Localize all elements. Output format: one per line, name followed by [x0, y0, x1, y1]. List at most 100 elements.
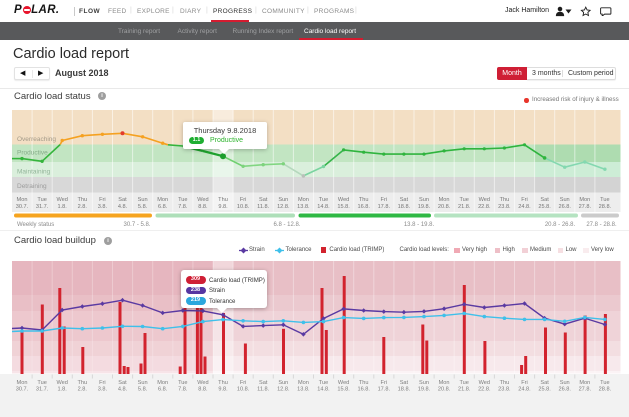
- svg-text:Tue: Tue: [459, 380, 468, 386]
- svg-text:8.8.: 8.8.: [198, 204, 208, 210]
- svg-text:Tue: Tue: [459, 197, 468, 203]
- svg-text:Tue: Tue: [37, 380, 46, 386]
- svg-text:Tue: Tue: [319, 380, 328, 386]
- svg-text:Thu: Thu: [359, 197, 369, 203]
- svg-text:Thu: Thu: [500, 380, 510, 386]
- svg-text:10.8.: 10.8.: [237, 204, 250, 210]
- svg-text:14.8.: 14.8.: [317, 387, 330, 393]
- svg-text:27.8.: 27.8.: [579, 204, 592, 210]
- svg-text:24.8.: 24.8.: [518, 204, 531, 210]
- svg-text:Thu: Thu: [359, 380, 369, 386]
- svg-text:Tue: Tue: [319, 197, 328, 203]
- svg-text:Wed: Wed: [338, 380, 349, 386]
- svg-text:Sun: Sun: [419, 197, 429, 203]
- svg-text:Detraining: Detraining: [17, 183, 47, 190]
- svg-text:Mon: Mon: [157, 197, 168, 203]
- svg-text:9.8.: 9.8.: [218, 204, 228, 210]
- svg-text:15.8.: 15.8.: [337, 204, 350, 210]
- svg-text:11.8.: 11.8.: [257, 387, 269, 393]
- svg-text:4.8.: 4.8.: [118, 204, 128, 210]
- svg-text:22.8.: 22.8.: [478, 204, 491, 210]
- svg-text:Mon: Mon: [579, 197, 590, 203]
- svg-text:Mon: Mon: [439, 197, 450, 203]
- svg-text:Mon: Mon: [579, 380, 590, 386]
- svg-text:31.7.: 31.7.: [36, 387, 49, 393]
- svg-text:19.8.: 19.8.: [418, 204, 431, 210]
- svg-text:17.8.: 17.8.: [378, 387, 391, 393]
- svg-text:Maintaining: Maintaining: [17, 169, 51, 176]
- svg-text:2.8.: 2.8.: [78, 387, 88, 393]
- svg-text:7.8.: 7.8.: [178, 387, 188, 393]
- svg-text:22.8.: 22.8.: [478, 387, 491, 393]
- svg-text:2.8.: 2.8.: [78, 204, 88, 210]
- svg-text:Tue: Tue: [178, 197, 187, 203]
- svg-text:Productive: Productive: [17, 150, 48, 157]
- svg-text:31.7.: 31.7.: [36, 204, 49, 210]
- svg-text:Wed: Wed: [197, 197, 208, 203]
- svg-text:5.8.: 5.8.: [138, 204, 148, 210]
- svg-text:19.8.: 19.8.: [418, 387, 431, 393]
- svg-text:23.8.: 23.8.: [498, 387, 511, 393]
- svg-text:27.8 - 28.8.: 27.8 - 28.8.: [586, 222, 617, 228]
- svg-text:Fri: Fri: [99, 197, 106, 203]
- svg-text:Thu: Thu: [500, 197, 510, 203]
- svg-text:6.8 - 12.8.: 6.8 - 12.8.: [273, 222, 300, 228]
- svg-text:Wed: Wed: [197, 380, 208, 386]
- svg-text:Sat: Sat: [259, 380, 268, 386]
- svg-text:6.8.: 6.8.: [158, 204, 168, 210]
- svg-text:Fri: Fri: [240, 380, 247, 386]
- svg-text:Fri: Fri: [240, 197, 247, 203]
- svg-text:28.8.: 28.8.: [599, 387, 612, 393]
- svg-text:30.7.: 30.7.: [16, 387, 29, 393]
- svg-text:3.8.: 3.8.: [98, 204, 108, 210]
- svg-text:26.8.: 26.8.: [558, 387, 571, 393]
- svg-text:25.8.: 25.8.: [538, 204, 551, 210]
- svg-text:14.8.: 14.8.: [317, 204, 330, 210]
- svg-text:11.8.: 11.8.: [257, 204, 269, 210]
- svg-text:1.8.: 1.8.: [58, 387, 68, 393]
- svg-text:Sun: Sun: [278, 197, 288, 203]
- svg-text:Overreaching: Overreaching: [17, 136, 56, 143]
- svg-text:28.8.: 28.8.: [599, 204, 612, 210]
- svg-text:24.8.: 24.8.: [518, 387, 531, 393]
- svg-text:16.8.: 16.8.: [357, 387, 370, 393]
- svg-text:12.8.: 12.8.: [277, 387, 290, 393]
- svg-text:Tue: Tue: [600, 380, 609, 386]
- svg-text:Mon: Mon: [17, 380, 28, 386]
- svg-text:Mon: Mon: [157, 380, 168, 386]
- svg-text:15.8.: 15.8.: [337, 387, 350, 393]
- svg-text:6.8.: 6.8.: [158, 387, 168, 393]
- svg-text:Wed: Wed: [56, 380, 67, 386]
- svg-text:Sun: Sun: [419, 380, 429, 386]
- svg-text:5.8.: 5.8.: [138, 387, 148, 393]
- svg-text:Wed: Wed: [56, 197, 67, 203]
- svg-text:Tue: Tue: [37, 197, 46, 203]
- svg-text:18.8.: 18.8.: [398, 387, 411, 393]
- svg-text:Thu: Thu: [77, 380, 87, 386]
- svg-text:Sun: Sun: [138, 197, 148, 203]
- svg-text:Tue: Tue: [600, 197, 609, 203]
- svg-text:Sat: Sat: [400, 197, 409, 203]
- svg-text:20.8.: 20.8.: [438, 387, 451, 393]
- svg-text:Sat: Sat: [118, 197, 127, 203]
- svg-text:Fri: Fri: [99, 380, 106, 386]
- svg-text:Sat: Sat: [400, 380, 409, 386]
- svg-text:23.8.: 23.8.: [498, 204, 511, 210]
- svg-text:10.8.: 10.8.: [237, 387, 250, 393]
- svg-text:1.8.: 1.8.: [58, 204, 68, 210]
- svg-text:8.8.: 8.8.: [198, 387, 208, 393]
- svg-text:Weekly status: Weekly status: [17, 222, 54, 228]
- svg-text:21.8.: 21.8.: [458, 387, 471, 393]
- svg-text:Tue: Tue: [178, 380, 187, 386]
- svg-text:Thu: Thu: [77, 197, 87, 203]
- svg-text:Sat: Sat: [118, 380, 127, 386]
- svg-text:Sat: Sat: [540, 380, 549, 386]
- svg-text:13.8.: 13.8.: [297, 204, 310, 210]
- svg-text:Fri: Fri: [521, 380, 528, 386]
- svg-text:Wed: Wed: [479, 380, 490, 386]
- svg-text:Sun: Sun: [560, 380, 570, 386]
- svg-text:Fri: Fri: [381, 197, 388, 203]
- svg-text:Mon: Mon: [298, 380, 309, 386]
- svg-text:Mon: Mon: [298, 197, 309, 203]
- svg-text:Thu: Thu: [218, 380, 228, 386]
